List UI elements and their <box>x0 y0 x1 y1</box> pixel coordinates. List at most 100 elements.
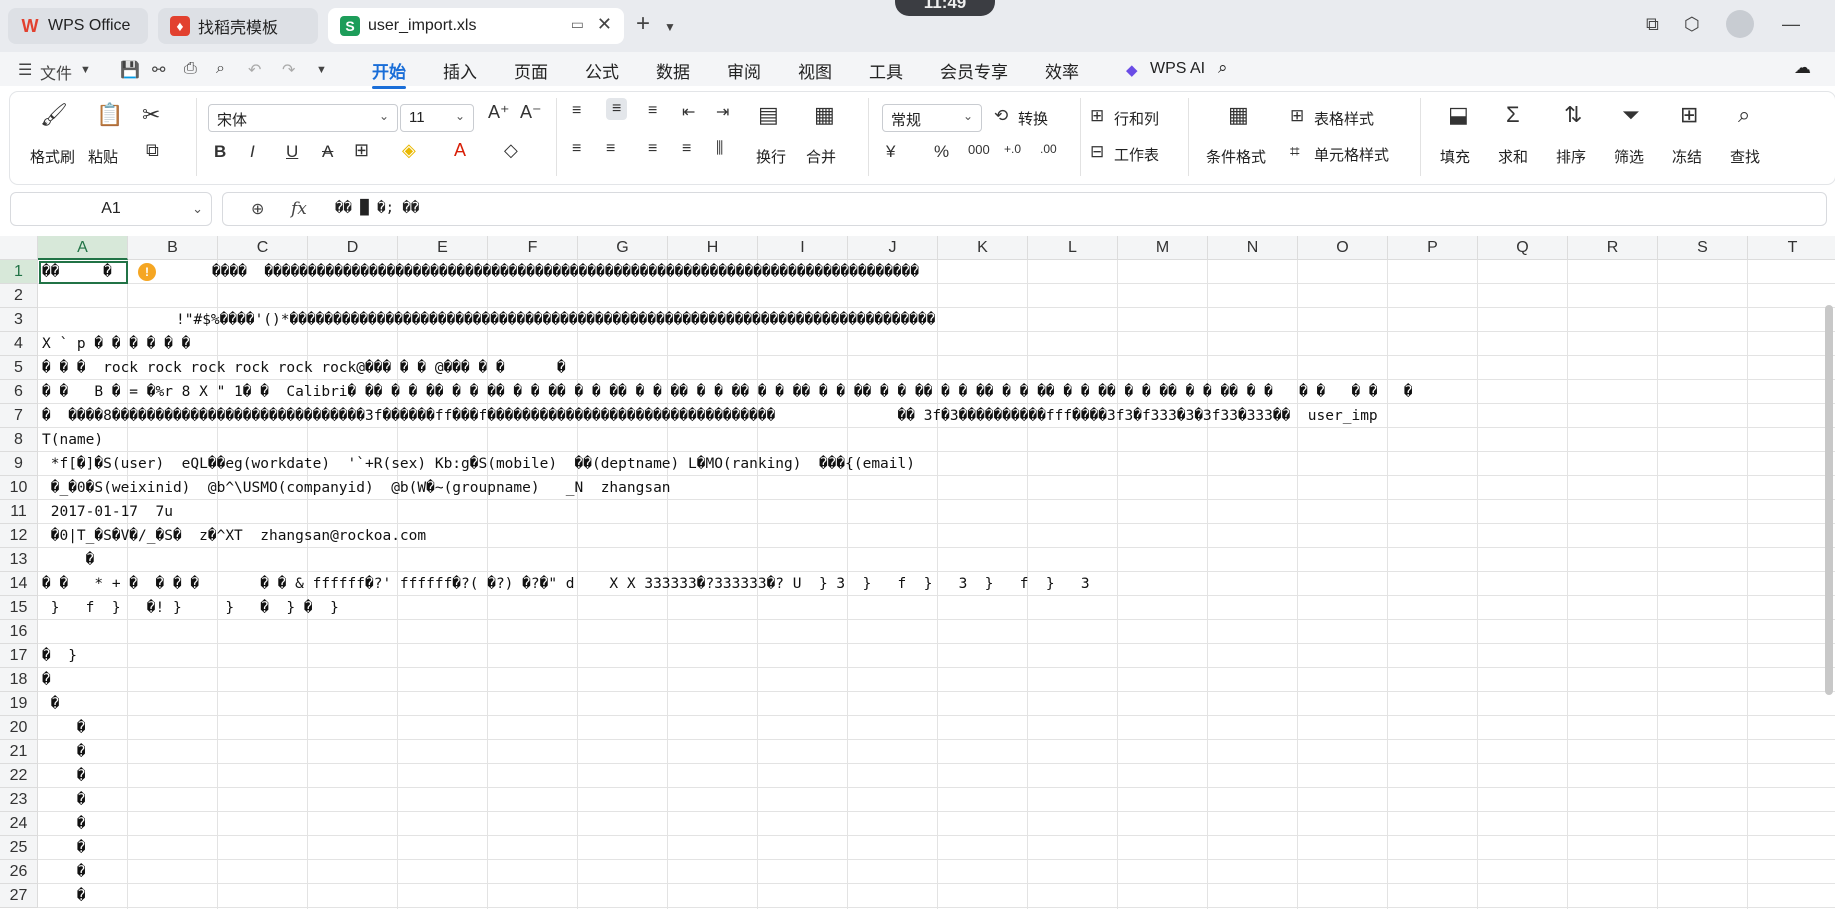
underline-icon[interactable]: U <box>286 142 298 162</box>
font-color-icon[interactable]: A <box>454 140 466 161</box>
cell-text[interactable]: �0|T_�S�V�/_�S� z�^XT zhangsan@rockoa.co… <box>42 524 426 548</box>
column-header[interactable]: J <box>848 236 938 260</box>
row-header[interactable]: 3 <box>0 308 38 332</box>
indent-increase-icon[interactable]: ⇥ <box>716 102 729 122</box>
search-icon[interactable]: ⌕ <box>1218 58 1228 78</box>
table-style-button[interactable]: 表格样式 <box>1314 108 1374 129</box>
cut-icon[interactable]: ✂ <box>142 102 160 128</box>
wrap-text-button[interactable]: 换行 <box>756 146 786 167</box>
share-icon[interactable]: ⚯ <box>152 60 165 80</box>
column-header[interactable]: N <box>1208 236 1298 260</box>
minimize-icon[interactable]: — <box>1782 14 1800 35</box>
cell-text[interactable]: � � * + � � � � � � & ffffff�?' ffffff�?… <box>42 572 1090 596</box>
menu-review[interactable]: 审阅 <box>727 58 761 83</box>
cell-text[interactable]: � <box>42 716 86 740</box>
strikethrough-icon[interactable]: A <box>322 142 333 162</box>
worksheet-button[interactable]: 工作表 <box>1114 144 1159 165</box>
column-header[interactable]: O <box>1298 236 1388 260</box>
row-header[interactable]: 19 <box>0 692 38 716</box>
spreadsheet-grid[interactable]: A B C D E F G H I J K L M N O P Q R S T 1 2 3 4 5 6 7 8 9 10 11 12 13 14 1… <box>0 236 1835 909</box>
restore-window-icon[interactable]: ⧉ <box>1646 14 1659 35</box>
chevron-down-icon[interactable]: ▼ <box>664 20 676 34</box>
menu-tools[interactable]: 工具 <box>869 58 903 83</box>
decrease-decimal-icon[interactable]: .00 <box>1040 142 1057 156</box>
cell-text[interactable]: � <box>42 668 51 692</box>
print-preview-icon[interactable]: ⌕ <box>216 60 225 78</box>
fill-color-icon[interactable]: ◈ <box>402 140 416 161</box>
new-tab-icon[interactable]: + <box>636 10 650 38</box>
cell-text[interactable]: 2017-01-17 7u <box>42 500 173 524</box>
select-all-corner[interactable] <box>0 236 38 260</box>
align-left-icon[interactable]: ≡ <box>572 140 581 158</box>
cell-text[interactable]: � } <box>42 644 77 668</box>
align-top-icon[interactable]: ≡ <box>572 102 581 120</box>
justify-icon[interactable]: ≡ <box>682 140 691 158</box>
table-style-icon[interactable]: ⊞ <box>1290 106 1304 126</box>
find-icon[interactable]: ⌕ <box>1738 102 1750 128</box>
fill-icon[interactable]: ⬓ <box>1448 102 1469 128</box>
cell-text[interactable]: �_�0�S(weixinid) @b^\USMO(companyid) @b(… <box>42 476 671 500</box>
sort-icon[interactable]: ⇅ <box>1564 102 1582 128</box>
menu-formula[interactable]: 公式 <box>585 58 619 83</box>
filter-button[interactable]: 筛选 <box>1614 146 1644 167</box>
merge-icon[interactable]: ▦ <box>814 102 835 128</box>
avatar[interactable] <box>1726 10 1754 38</box>
print-icon[interactable]: ⎙ <box>184 60 197 78</box>
row-header[interactable]: 9 <box>0 452 38 476</box>
row-header[interactable]: 26 <box>0 860 38 884</box>
warning-icon[interactable]: ! <box>138 263 156 281</box>
formula-content[interactable]: �� █ �; �� <box>335 200 419 216</box>
column-header[interactable]: F <box>488 236 578 260</box>
column-header[interactable]: G <box>578 236 668 260</box>
align-middle-icon[interactable]: ≡ <box>606 98 628 120</box>
cube-icon[interactable]: ⬡ <box>1684 14 1700 35</box>
formula-bar[interactable]: ⊕ fx �� █ �; �� <box>222 192 1827 226</box>
row-header[interactable]: 21 <box>0 740 38 764</box>
row-header[interactable]: 24 <box>0 812 38 836</box>
cell-text[interactable]: � <box>42 692 60 716</box>
align-right-icon[interactable]: ≡ <box>648 140 657 158</box>
format-painter-icon[interactable]: 🖌 <box>40 102 68 128</box>
number-format-select[interactable]: 常规 ⌄ <box>882 104 982 132</box>
row-header[interactable]: 25 <box>0 836 38 860</box>
row-header[interactable]: 27 <box>0 884 38 908</box>
cloud-upload-icon[interactable]: ☁ <box>1794 58 1811 78</box>
row-header[interactable]: 1 <box>0 260 38 284</box>
percent-icon[interactable]: % <box>934 142 949 162</box>
tab-user-import[interactable]: S user_import.xls ▭ ✕ <box>328 8 624 44</box>
currency-icon[interactable]: ¥ <box>886 142 895 162</box>
row-header[interactable]: 12 <box>0 524 38 548</box>
cell-text[interactable]: *f[�]�S(user) eQL��eg(workdate) '`+R(sex… <box>42 452 915 476</box>
row-header[interactable]: 22 <box>0 764 38 788</box>
freeze-button[interactable]: 冻结 <box>1672 146 1702 167</box>
cell-text[interactable]: ���� �����������������������������������… <box>212 260 919 284</box>
fx-icon[interactable]: fx <box>291 199 307 219</box>
menu-data[interactable]: 数据 <box>656 58 690 83</box>
column-header[interactable]: P <box>1388 236 1478 260</box>
row-header[interactable]: 2 <box>0 284 38 308</box>
cell-text[interactable]: T(name) <box>42 428 103 452</box>
save-icon[interactable]: 💾 <box>120 60 140 80</box>
cell-text[interactable]: �� � <box>42 260 112 284</box>
indent-decrease-icon[interactable]: ⇤ <box>682 102 695 122</box>
row-header[interactable]: 5 <box>0 356 38 380</box>
cell-text[interactable]: � <box>42 548 95 572</box>
conditional-format-icon[interactable]: ▦ <box>1228 102 1249 128</box>
cell-text[interactable]: � <box>42 740 86 764</box>
column-header[interactable]: H <box>668 236 758 260</box>
format-painter-button[interactable]: 格式刷 <box>30 146 75 167</box>
row-header[interactable]: 17 <box>0 644 38 668</box>
zoom-icon[interactable]: ⊕ <box>251 199 264 219</box>
column-header[interactable]: M <box>1118 236 1208 260</box>
filter-icon[interactable]: ⏷ <box>1622 102 1640 128</box>
convert-button[interactable]: 转换 <box>1018 108 1048 129</box>
column-header[interactable]: T <box>1748 236 1835 260</box>
font-name-select[interactable]: 宋体 ⌄ <box>208 104 398 132</box>
cell-text[interactable]: } f } �! } } � } � } <box>42 596 339 620</box>
thousands-icon[interactable]: 000 <box>968 142 990 157</box>
cell-text[interactable]: � <box>42 836 86 860</box>
menu-page[interactable]: 页面 <box>514 58 548 83</box>
column-header[interactable]: L <box>1028 236 1118 260</box>
menu-home[interactable]: 开始 <box>372 58 406 89</box>
vertical-scrollbar[interactable] <box>1825 305 1833 695</box>
